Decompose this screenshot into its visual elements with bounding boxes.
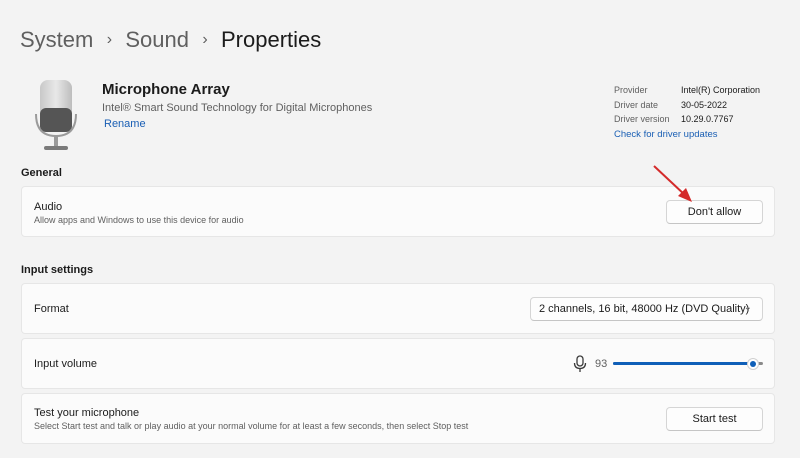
input-volume-card: Input volume 93: [21, 338, 775, 389]
breadcrumb: System › Sound › Properties: [20, 24, 321, 56]
input-section-title: Input settings: [21, 264, 94, 276]
driver-date-label: Driver date: [614, 99, 659, 110]
chevron-down-icon: ⌄: [743, 302, 752, 313]
chevron-right-icon: ›: [202, 31, 208, 48]
format-dropdown[interactable]: 2 channels, 16 bit, 48000 Hz (DVD Qualit…: [530, 297, 763, 321]
annotation-arrow-icon: [653, 165, 692, 202]
start-test-button[interactable]: Start test: [666, 407, 763, 431]
driver-info: Provider Intel(R) Corporation Driver dat…: [614, 83, 760, 142]
device-description: Intel® Smart Sound Technology for Digita…: [102, 102, 373, 114]
provider-label: Provider: [614, 85, 648, 95]
slider-thumb[interactable]: [746, 358, 759, 370]
test-microphone-subtitle: Select Start test and talk or play audio…: [34, 421, 469, 431]
audio-subtitle: Allow apps and Windows to use this devic…: [34, 215, 244, 225]
breadcrumb-system[interactable]: System: [20, 24, 93, 56]
check-driver-updates-link[interactable]: Check for driver updates: [614, 128, 760, 142]
input-volume-value: 93: [595, 358, 608, 370]
driver-version-label: Driver version: [614, 114, 670, 124]
device-info: Microphone Array Intel® Smart Sound Tech…: [102, 80, 372, 131]
format-selected: 2 channels, 16 bit, 48000 Hz (DVD Qualit…: [539, 303, 750, 315]
page-title: Properties: [220, 27, 322, 52]
device-name: Microphone Array: [102, 81, 230, 98]
general-section-title: General: [21, 167, 62, 179]
breadcrumb-sound[interactable]: Sound: [125, 24, 189, 56]
test-microphone-title: Test your microphone: [34, 407, 140, 419]
format-title: Format: [34, 303, 69, 315]
slider-fill: [613, 362, 753, 365]
rename-link[interactable]: Rename: [104, 117, 372, 131]
chevron-right-icon: ›: [106, 31, 113, 48]
input-volume-title: Input volume: [34, 358, 97, 370]
test-microphone-card: Test your microphone Select Start test a…: [21, 393, 775, 444]
audio-title: Audio: [34, 201, 63, 213]
format-card: Format 2 channels, 16 bit, 48000 Hz (DVD…: [21, 283, 775, 334]
driver-version-value: 10.29.0.7767: [681, 114, 734, 124]
provider-value: Intel(R) Corporation: [681, 85, 761, 95]
microphone-icon[interactable]: [573, 355, 587, 373]
driver-date-value: 30-05-2022: [681, 99, 728, 110]
microphone-icon: [35, 80, 77, 150]
